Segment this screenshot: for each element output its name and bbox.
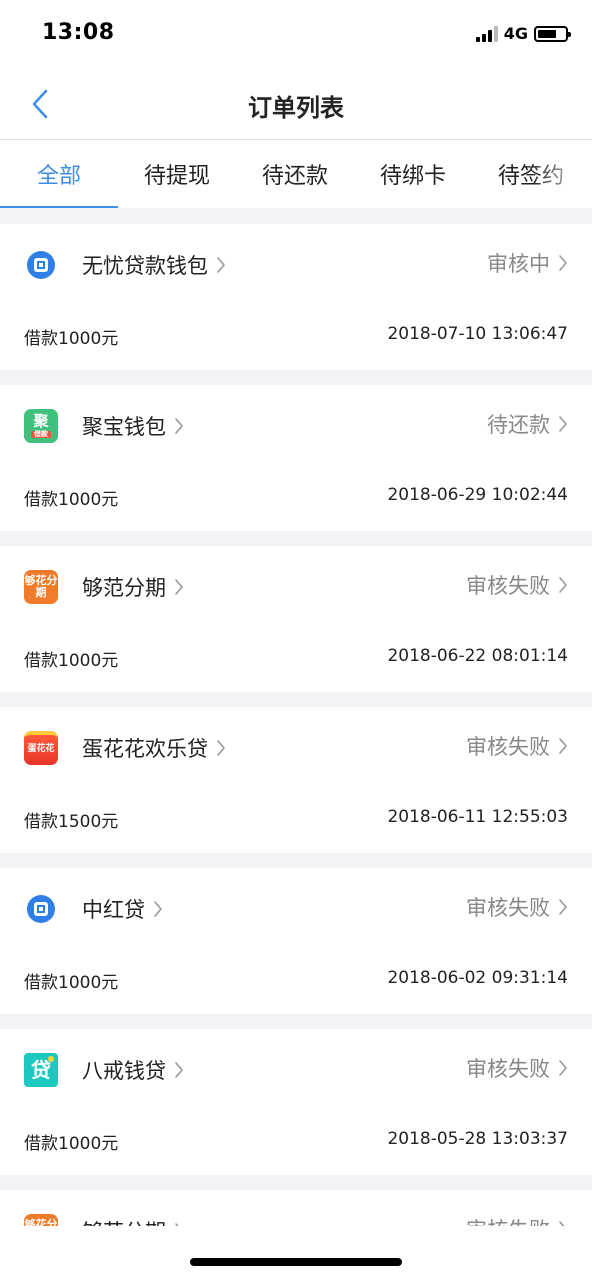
chevron-right-icon: [559, 1060, 567, 1076]
tab-label: 待签约: [497, 164, 564, 189]
order-status-link[interactable]: 审核失败: [466, 731, 568, 761]
order-status-link[interactable]: 审核失败: [466, 892, 568, 922]
chevron-right-icon: [559, 255, 567, 271]
app-name-link[interactable]: 蛋花花欢乐贷: [82, 733, 226, 763]
chevron-right-icon: [154, 901, 162, 917]
loan-amount: 借款1500元: [24, 812, 119, 832]
blue-circle-logo-icon: [24, 248, 58, 282]
green-ju-logo-icon: 聚借款: [24, 409, 58, 443]
tab-pending-repay[interactable]: 待还款: [236, 140, 354, 208]
loan-amount: 借款1000元: [24, 329, 119, 349]
chevron-right-icon: [559, 899, 567, 915]
loan-amount: 借款1000元: [24, 1134, 119, 1154]
app-name: 中红贷: [82, 898, 145, 922]
order-card[interactable]: 中红贷 审核失败 借款1000元 2018-06-02 09:31:14: [0, 868, 592, 1014]
order-time: 2018-06-02 09:31:14: [387, 968, 568, 988]
status-bar: 13:08 4G: [0, 0, 592, 70]
order-status: 审核失败: [466, 735, 550, 759]
loan-amount: 借款1000元: [24, 651, 119, 671]
network-label: 4G: [503, 24, 528, 43]
chevron-right-icon: [559, 416, 567, 432]
app-name-link[interactable]: 中红贷: [82, 894, 163, 924]
tab-pending-withdraw[interactable]: 待提现: [118, 140, 236, 208]
order-time: 2018-06-22 08:01:14: [387, 646, 568, 666]
chevron-right-icon: [559, 577, 567, 593]
nav-bar: 订单列表: [0, 70, 592, 140]
order-status-link[interactable]: 审核失败: [466, 570, 568, 600]
chevron-right-icon: [175, 418, 183, 434]
app-name: 够范分期: [82, 576, 166, 600]
order-time: 2018-07-10 13:06:47: [387, 324, 568, 344]
app-name-link[interactable]: 聚宝钱包: [82, 411, 184, 441]
app-name: 蛋花花欢乐贷: [82, 737, 208, 761]
page-title: 订单列表: [248, 94, 344, 122]
tab-pending-bind-card[interactable]: 待绑卡: [354, 140, 472, 208]
status-time: 13:08: [42, 20, 115, 45]
tab-label: 待提现: [143, 164, 210, 189]
home-indicator: [190, 1258, 402, 1266]
blue-circle-logo-icon: [24, 892, 58, 926]
orange-goufan-logo-icon: 够花分期: [24, 570, 58, 604]
order-status: 审核失败: [466, 574, 550, 598]
chevron-right-icon: [217, 740, 225, 756]
signal-icon: [475, 25, 498, 42]
battery-icon: [534, 25, 571, 42]
order-card[interactable]: 够花分期 够范分期 审核失败 借款1000元 2018-06-22 08:01:…: [0, 546, 592, 692]
order-card[interactable]: 蛋花花 蛋花花欢乐贷 审核失败 借款1500元 2018-06-11 12:55…: [0, 707, 592, 853]
chevron-right-icon: [217, 257, 225, 273]
tab-label: 待还款: [261, 164, 328, 189]
order-status: 待还款: [487, 413, 550, 437]
order-status-link[interactable]: 审核中: [487, 248, 568, 278]
app-name: 聚宝钱包: [82, 415, 166, 439]
order-time: 2018-06-29 10:02:44: [387, 485, 568, 505]
app-name: 无忧贷款钱包: [82, 254, 208, 278]
app-name: 八戒钱贷: [82, 1059, 166, 1083]
order-time: 2018-06-11 12:55:03: [387, 807, 568, 827]
tab-bar: 全部 待提现 待还款 待绑卡 待签约: [0, 140, 592, 208]
loan-amount: 借款1000元: [24, 973, 119, 993]
order-time: 2018-05-28 13:03:37: [387, 1129, 568, 1149]
tab-pending-sign[interactable]: 待签约: [472, 140, 590, 208]
app-name-link[interactable]: 无忧贷款钱包: [82, 250, 226, 280]
tab-label: 待绑卡: [379, 164, 446, 189]
teal-dai-logo-icon: 贷: [24, 1053, 58, 1087]
status-indicators: 4G: [475, 24, 571, 43]
order-status-link[interactable]: 待还款: [487, 409, 568, 439]
screen: 13:08 4G 订单列表 全部 待提现 待还款 待绑卡 待签约 无忧贷款钱包 …: [0, 0, 592, 1280]
order-status: 审核失败: [466, 896, 550, 920]
chevron-right-icon: [559, 738, 567, 754]
app-name-link[interactable]: 够范分期: [82, 572, 184, 602]
tab-all[interactable]: 全部: [0, 140, 118, 208]
app-name-link[interactable]: 八戒钱贷: [82, 1055, 184, 1085]
order-status: 审核中: [487, 252, 550, 276]
chevron-right-icon: [175, 1062, 183, 1078]
tab-label: 全部: [36, 164, 81, 189]
order-card[interactable]: 贷 八戒钱贷 审核失败 借款1000元 2018-05-28 13:03:37: [0, 1029, 592, 1175]
loan-amount: 借款1000元: [24, 490, 119, 510]
order-card[interactable]: 无忧贷款钱包 审核中 借款1000元 2018-07-10 13:06:47: [0, 224, 592, 370]
tab-indicator: [0, 206, 118, 208]
chevron-right-icon: [175, 579, 183, 595]
bottom-safe-area: [0, 1226, 592, 1280]
order-card[interactable]: 聚借款 聚宝钱包 待还款 借款1000元 2018-06-29 10:02:44: [0, 385, 592, 531]
red-danhuahua-logo-icon: 蛋花花: [24, 731, 58, 765]
order-status: 审核失败: [466, 1057, 550, 1081]
order-status-link[interactable]: 审核失败: [466, 1053, 568, 1083]
